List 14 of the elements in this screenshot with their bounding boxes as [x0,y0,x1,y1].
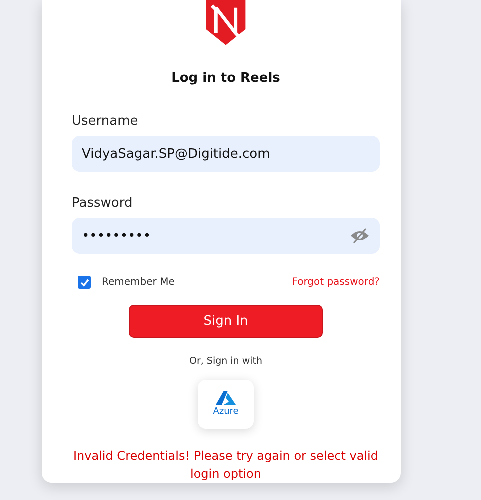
password-label: Password [72,196,133,212]
username-label: Username [72,114,138,130]
error-message: Invalid Credentials! Please try again or select valid login option [72,448,380,483]
sign-in-button[interactable]: Sign In [129,305,323,338]
azure-logo-icon [216,391,236,406]
login-title: Log in to Reels [172,71,280,86]
eye-off-icon[interactable] [350,228,370,244]
forgot-password-link[interactable]: Forgot password? [292,277,380,288]
remember-label: Remember Me [102,277,175,288]
password-field[interactable]: ••••••••• [72,218,380,254]
provider-button[interactable]: Azure [198,380,254,429]
username-field[interactable]: VidyaSagar.SP@Digitide.com [72,136,380,172]
remember-checkbox[interactable] [78,276,91,290]
alt-sign-in-label: Or, Sign in with [190,356,262,367]
